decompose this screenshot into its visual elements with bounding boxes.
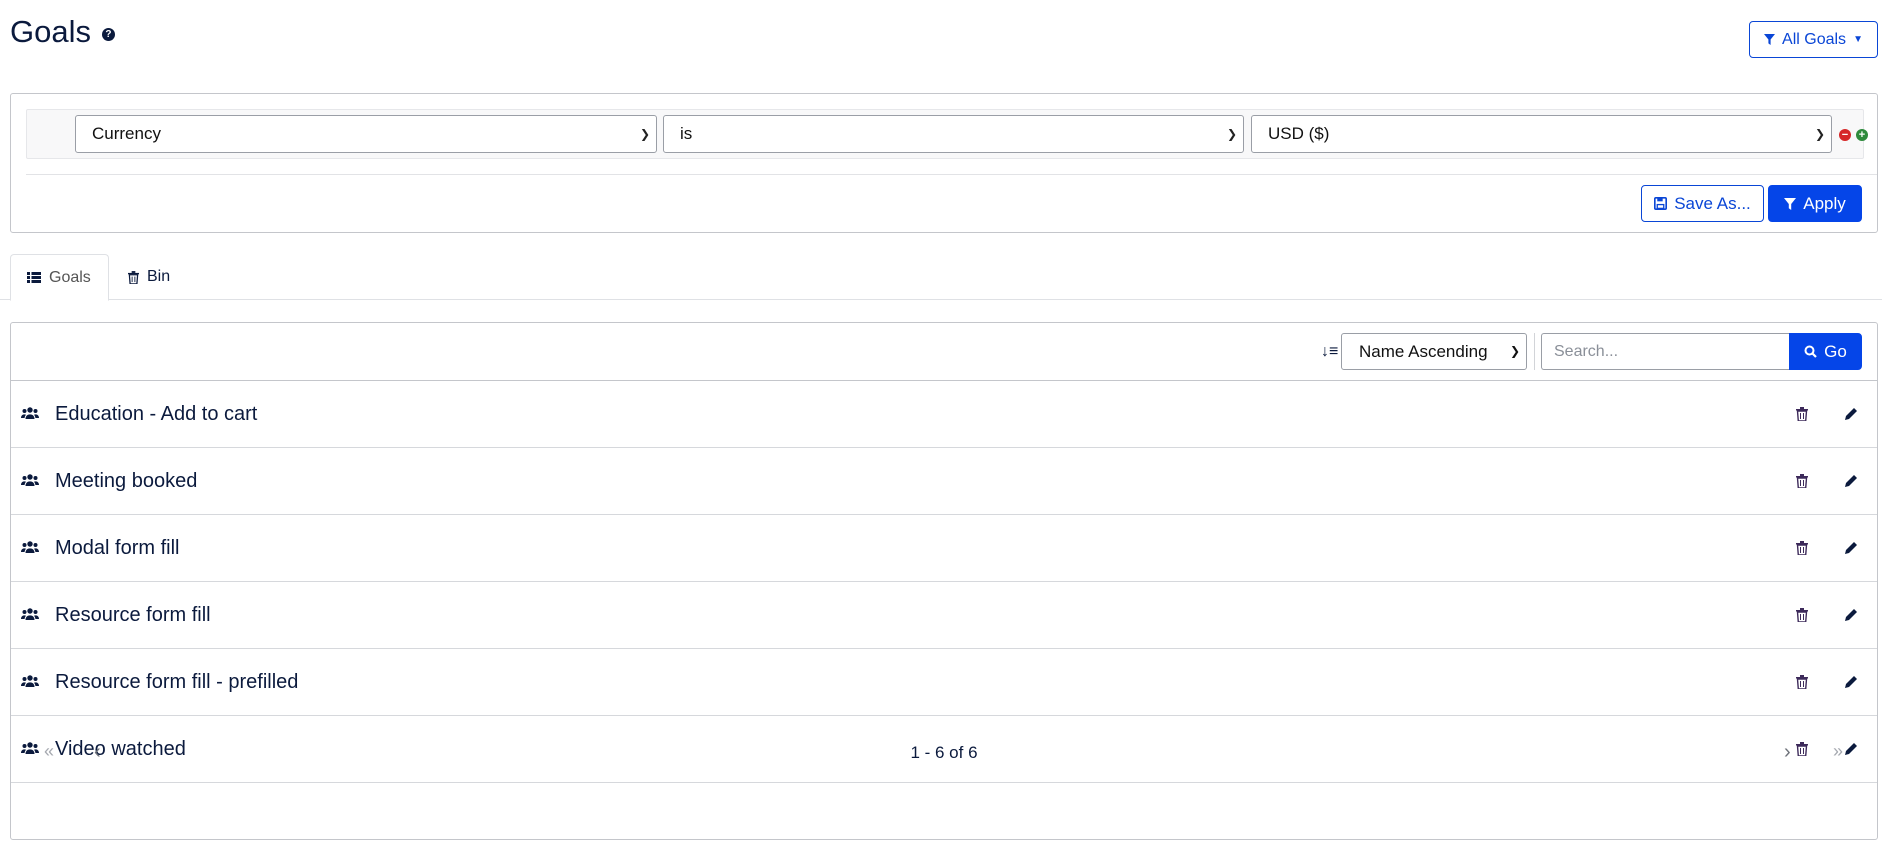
filter-panel: Currency ❯ is ❯ USD ($) ❯ − + Save As...…	[10, 93, 1878, 233]
goal-name[interactable]: Resource form fill - prefilled	[55, 671, 298, 694]
caret-down-icon: ▼	[1853, 34, 1863, 45]
filter-field-value: Currency	[92, 124, 161, 143]
table-row[interactable]: Resource form fill - prefilled	[11, 649, 1877, 716]
chevron-down-icon: ❯	[1226, 127, 1237, 141]
delete-icon[interactable]	[1796, 474, 1808, 488]
filter-operator-value: is	[680, 124, 693, 143]
add-filter-icon[interactable]: +	[1856, 129, 1868, 141]
edit-icon[interactable]	[1844, 675, 1858, 689]
filter-field-select[interactable]: Currency ❯	[75, 115, 657, 153]
go-label: Go	[1824, 341, 1847, 361]
delete-icon[interactable]	[1796, 608, 1808, 622]
list-icon	[27, 272, 41, 283]
table-row[interactable]: Education - Add to cart	[11, 381, 1877, 448]
chevron-down-icon: ❯	[1509, 344, 1520, 358]
page-title: Goals	[10, 14, 91, 49]
edit-icon[interactable]	[1844, 608, 1858, 622]
filter-value-value: USD ($)	[1268, 124, 1330, 143]
tab-goals-label: Goals	[49, 268, 91, 286]
search-input[interactable]	[1541, 333, 1791, 370]
sort-value: Name Ascending	[1359, 341, 1488, 361]
go-button[interactable]: Go	[1789, 333, 1862, 370]
edit-icon[interactable]	[1844, 541, 1858, 555]
delete-icon[interactable]	[1796, 541, 1808, 555]
pagination: « ‹ 1 - 6 of 6 › »	[11, 724, 1877, 781]
apply-button[interactable]: Apply	[1768, 185, 1862, 222]
chevron-down-icon: ❯	[639, 127, 650, 141]
chevron-down-icon: ❯	[1814, 127, 1825, 141]
tab-bin[interactable]: Bin	[112, 254, 186, 300]
filter-row: Currency ❯ is ❯ USD ($) ❯ − +	[26, 109, 1868, 159]
table-row[interactable]: Modal form fill	[11, 515, 1877, 582]
pagination-summary: 1 - 6 of 6	[910, 743, 978, 762]
search-icon	[1804, 345, 1817, 358]
goal-name[interactable]: Modal form fill	[55, 537, 179, 560]
all-goals-dropdown-button[interactable]: All Goals ▼	[1749, 21, 1878, 58]
users-icon	[21, 675, 39, 687]
table-row[interactable]: Meeting booked	[11, 448, 1877, 515]
next-page-button[interactable]: ›	[1784, 741, 1791, 764]
filter-operator-select[interactable]: is ❯	[663, 115, 1244, 153]
users-icon	[21, 608, 39, 620]
tab-goals[interactable]: Goals	[10, 254, 109, 301]
toolbar-divider	[1534, 333, 1535, 370]
save-as-label: Save As...	[1674, 193, 1751, 213]
save-as-button[interactable]: Save As...	[1641, 185, 1764, 222]
all-goals-label: All Goals	[1782, 30, 1847, 48]
users-icon	[21, 407, 39, 419]
delete-icon[interactable]	[1796, 675, 1808, 689]
divider	[26, 174, 1877, 175]
sort-icon: ↓≡	[1321, 343, 1339, 360]
remove-filter-icon[interactable]: −	[1839, 129, 1851, 141]
goals-list-panel: ↓≡ Name Ascending ❯ Go Education - Add t…	[10, 322, 1878, 840]
delete-icon[interactable]	[1796, 407, 1808, 421]
filter-icon	[1784, 197, 1797, 210]
sort-select[interactable]: Name Ascending ❯	[1341, 333, 1527, 370]
tab-bar: Goals Bin	[0, 254, 1882, 301]
table-row[interactable]: Resource form fill	[11, 582, 1877, 649]
save-icon	[1654, 197, 1668, 210]
apply-label: Apply	[1803, 193, 1846, 213]
list-toolbar: ↓≡ Name Ascending ❯ Go	[11, 323, 1877, 381]
goal-name[interactable]: Meeting booked	[55, 470, 197, 493]
goal-name[interactable]: Education - Add to cart	[55, 403, 257, 426]
page-header: Goals ?	[10, 14, 115, 50]
edit-icon[interactable]	[1844, 474, 1858, 488]
tab-bin-label: Bin	[147, 268, 171, 285]
users-icon	[21, 474, 39, 486]
filter-value-select[interactable]: USD ($) ❯	[1251, 115, 1832, 153]
filter-icon	[1764, 34, 1776, 45]
help-icon[interactable]: ?	[101, 27, 115, 41]
trash-icon	[128, 270, 139, 284]
goal-name[interactable]: Resource form fill	[55, 604, 211, 627]
last-page-button[interactable]: »	[1833, 741, 1843, 762]
edit-icon[interactable]	[1844, 407, 1858, 421]
users-icon	[21, 541, 39, 553]
